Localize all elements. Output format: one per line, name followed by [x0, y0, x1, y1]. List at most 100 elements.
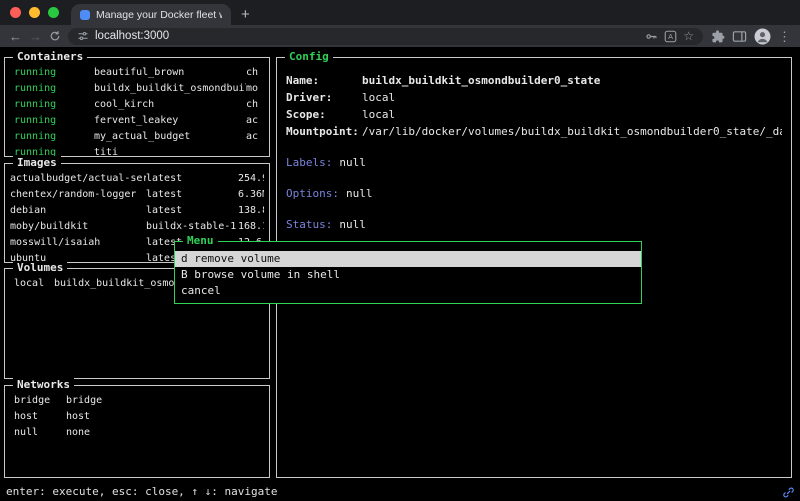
config-key: Scope:	[286, 106, 362, 123]
forward-icon[interactable]: →	[29, 30, 42, 43]
config-key: Status:	[286, 216, 332, 233]
profile-avatar[interactable]	[754, 28, 771, 45]
address-bar[interactable]: localhost:3000 A ☆	[68, 28, 703, 45]
network-driver: host	[66, 409, 264, 425]
network-driver: bridge	[66, 393, 264, 409]
container-state: running	[10, 113, 94, 129]
config-value: local	[362, 89, 782, 106]
image-name: chentex/random-logger	[10, 187, 146, 203]
browser-toolbar: ← → localhost:3000 A ☆ ⋮	[0, 25, 800, 47]
config-field-row: Driver:local	[286, 89, 782, 106]
close-window-button[interactable]	[10, 7, 21, 18]
image-size: 138.84	[238, 203, 264, 219]
containers-list: runningbeautiful_brownchrunningbuildx_bu…	[5, 58, 269, 156]
volumes-panel-title: Volumes	[13, 261, 67, 275]
config-value: buildx_buildkit_osmondbuilder0_state	[362, 72, 782, 89]
config-key: Driver:	[286, 89, 362, 106]
menu-item[interactable]: d remove volume	[175, 251, 641, 267]
translate-icon[interactable]: A	[664, 30, 677, 43]
container-image	[246, 145, 264, 156]
image-size: 168.13	[238, 219, 264, 235]
image-name: debian	[10, 203, 146, 219]
network-row[interactable]: nullnone	[10, 425, 264, 441]
container-image: ch	[246, 97, 264, 113]
container-row[interactable]: runningbeautiful_brownch	[10, 65, 264, 81]
config-value: null	[339, 216, 782, 233]
site-settings-icon[interactable]	[77, 30, 89, 42]
menu-title: Menu	[183, 234, 218, 248]
container-row[interactable]: runningfervent_leakeyac	[10, 113, 264, 129]
container-row[interactable]: runningtiti	[10, 145, 264, 156]
tab-strip: Manage your Docker fleet w +	[0, 0, 800, 25]
bookmark-star-icon[interactable]: ☆	[683, 30, 694, 42]
config-field-row: Name:buildx_buildkit_osmondbuilder0_stat…	[286, 72, 782, 89]
container-row[interactable]: runningcool_kirchch	[10, 97, 264, 113]
network-name: null	[10, 425, 66, 441]
image-tag: latest	[146, 171, 238, 187]
image-row[interactable]: moby/buildkitbuildx-stable-1168.13	[10, 219, 264, 235]
browser-menu-icon[interactable]: ⋮	[778, 30, 791, 43]
config-field-row: Mountpoint:/var/lib/docker/volumes/build…	[286, 123, 782, 140]
container-image: ac	[246, 129, 264, 145]
image-row[interactable]: actualbudget/actual-serverlatest254.98	[10, 171, 264, 187]
network-name: bridge	[10, 393, 66, 409]
browser-chrome: Manage your Docker fleet w + ← → localho…	[0, 0, 800, 47]
config-key: Name:	[286, 72, 362, 89]
container-name: buildx_buildkit_osmondbuilder0	[94, 81, 246, 97]
container-image: ch	[246, 65, 264, 81]
browser-tab[interactable]: Manage your Docker fleet w	[71, 4, 231, 25]
networks-panel-title: Networks	[13, 378, 74, 392]
container-name: beautiful_brown	[94, 65, 246, 81]
images-panel-title: Images	[13, 156, 61, 170]
menu-item[interactable]: B browse volume in shell	[175, 267, 641, 283]
container-name: cool_kirch	[94, 97, 246, 113]
config-value: null	[339, 154, 782, 171]
minimize-window-button[interactable]	[29, 7, 40, 18]
networks-list: bridgebridgehosthostnullnone	[5, 386, 269, 477]
container-state: running	[10, 145, 94, 156]
image-size: 254.98	[238, 171, 264, 187]
containers-panel-title: Containers	[13, 50, 87, 64]
image-tag: buildx-stable-1	[146, 219, 238, 235]
container-name: my_actual_budget	[94, 129, 246, 145]
container-image: ac	[246, 113, 264, 129]
config-key: Labels:	[286, 154, 332, 171]
image-tag: latest	[146, 203, 238, 219]
reload-icon[interactable]	[49, 30, 61, 42]
container-state: running	[10, 129, 94, 145]
container-row[interactable]: runningmy_actual_budgetac	[10, 129, 264, 145]
menu-item[interactable]: cancel	[175, 283, 641, 299]
image-name: actualbudget/actual-server	[10, 171, 146, 187]
container-name: fervent_leakey	[94, 113, 246, 129]
connection-link-icon[interactable]	[782, 486, 795, 499]
image-name: moby/buildkit	[10, 219, 146, 235]
config-panel-title: Config	[285, 50, 333, 64]
container-name: titi	[94, 145, 246, 156]
config-field-row: Status: null	[286, 216, 782, 233]
containers-panel: Containers runningbeautiful_brownchrunni…	[4, 57, 270, 157]
network-row[interactable]: hosthost	[10, 409, 264, 425]
networks-panel: Networks bridgebridgehosthostnullnone	[4, 385, 270, 478]
image-size: 6.36MB	[238, 187, 264, 203]
menu-items: d remove volumeB browse volume in shellc…	[175, 242, 641, 299]
config-value: null	[346, 185, 782, 202]
side-panel-icon[interactable]	[732, 29, 747, 44]
back-icon[interactable]: ←	[9, 30, 22, 43]
container-row[interactable]: runningbuildx_buildkit_osmondbuilder0mo	[10, 81, 264, 97]
network-row[interactable]: bridgebridge	[10, 393, 264, 409]
config-field-row: Options:null	[286, 185, 782, 202]
tab-favicon-icon	[80, 10, 90, 20]
password-manager-icon[interactable]	[645, 30, 658, 43]
new-tab-button[interactable]: +	[241, 7, 250, 22]
extensions-puzzle-icon[interactable]	[710, 29, 725, 44]
url-text[interactable]: localhost:3000	[95, 30, 169, 42]
image-row[interactable]: chentex/random-loggerlatest6.36MB	[10, 187, 264, 203]
svg-text:A: A	[668, 32, 673, 41]
image-row[interactable]: debianlatest138.84	[10, 203, 264, 219]
container-image: mo	[246, 81, 264, 97]
window-controls	[10, 0, 71, 25]
image-tag: latest	[146, 187, 238, 203]
config-field-row: Labels: null	[286, 154, 782, 171]
zoom-window-button[interactable]	[48, 7, 59, 18]
action-menu-popup: Menu d remove volumeB browse volume in s…	[174, 241, 642, 304]
